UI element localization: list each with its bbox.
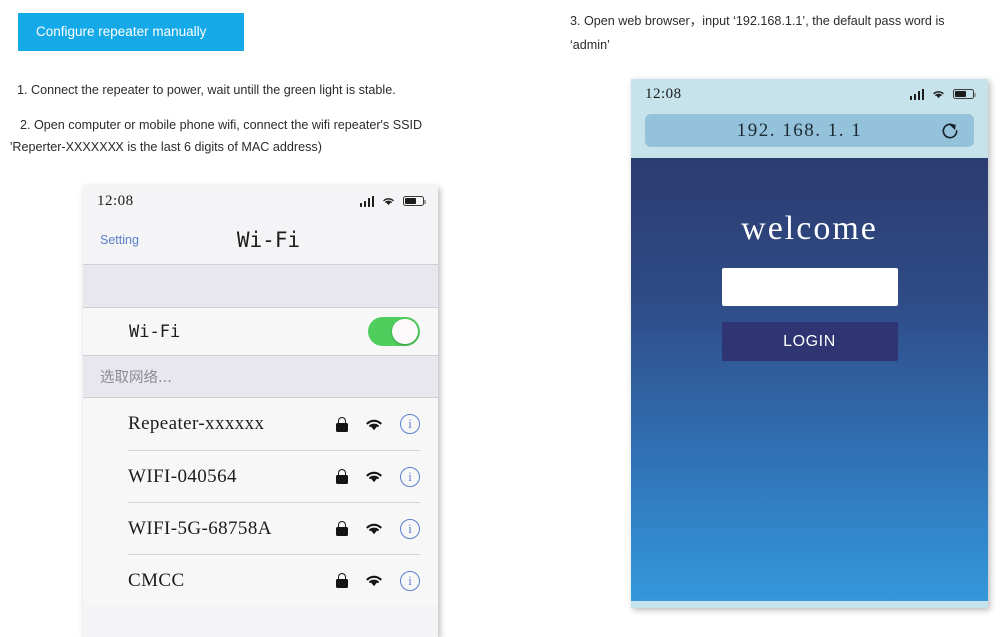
status-bar: 12:08 [83, 186, 438, 216]
info-icon[interactable]: i [400, 414, 420, 434]
network-ssid: Repeater-xxxxxx [128, 413, 265, 434]
status-bar-icons [909, 88, 977, 100]
wifi-toggle-label: Wi-Fi [129, 321, 181, 342]
instruction-step-1: 1. Connect the repeater to power, wait u… [17, 83, 396, 97]
setting-back-link[interactable]: Setting [100, 233, 139, 247]
wifi-toggle-switch[interactable] [368, 317, 420, 346]
wifi-icon [383, 198, 394, 206]
wifi-toggle-row[interactable]: Wi-Fi [83, 308, 438, 356]
password-field[interactable] [721, 268, 898, 306]
router-login-page: welcome LOGIN [631, 158, 988, 601]
list-item[interactable]: CMCC i [83, 553, 438, 606]
network-row-icons: i [336, 414, 420, 434]
configure-repeater-manually-button[interactable]: Configure repeater manually [18, 13, 244, 51]
list-item[interactable]: WIFI-5G-68758A i [83, 501, 438, 554]
lock-icon [336, 469, 348, 484]
signal-bars-icon [909, 88, 924, 100]
lock-icon [336, 573, 348, 588]
wifi-icon [933, 91, 944, 99]
wifi-icon [366, 419, 382, 430]
status-bar-icons [359, 195, 427, 207]
instruction-step-2-line2-a: 'Reperter-XXXXX [10, 140, 108, 154]
choose-network-section-header: 选取网络... [83, 356, 438, 398]
address-bar-url: 192. 168. 1. 1 [736, 119, 863, 141]
instruction-step-2-line2: 'Reperter-XXXXXXX is the last 6 digits o… [10, 137, 322, 157]
info-icon[interactable]: i [400, 518, 420, 539]
signal-bars-icon [359, 195, 374, 207]
network-row-icons: i [336, 570, 420, 591]
info-icon[interactable]: i [400, 466, 420, 487]
welcome-heading: welcome [741, 210, 878, 247]
info-icon[interactable]: i [400, 570, 420, 591]
list-item[interactable]: Repeater-xxxxxx i [83, 398, 438, 450]
instruction-step-2-line2-c: X is the last 6 digits of MAC address) [115, 140, 322, 154]
lock-icon [336, 521, 348, 536]
network-list: Repeater-xxxxxx i WIFI-040564 i WIFI-5G-… [83, 398, 438, 606]
list-item[interactable]: WIFI-040564 i [83, 449, 438, 502]
lock-icon [336, 416, 348, 432]
instruction-step-3: 3. Open web browser，input ‘192.168.1.1’,… [570, 14, 945, 28]
network-ssid: WIFI-040564 [128, 465, 237, 487]
choose-network-label: 选取网络... [100, 370, 172, 386]
status-bar: 12:08 [631, 79, 988, 109]
settings-spacer-band [83, 265, 438, 308]
nav-header: Setting Wi-Fi [83, 216, 438, 265]
address-bar[interactable]: 192. 168. 1. 1 [645, 114, 974, 147]
refresh-icon[interactable] [940, 121, 960, 141]
network-row-icons: i [336, 466, 420, 487]
battery-icon [953, 88, 977, 100]
wifi-icon [366, 523, 382, 535]
address-bar-container: 192. 168. 1. 1 [631, 109, 988, 158]
network-ssid: WIFI-5G-68758A [128, 517, 272, 539]
wifi-icon [366, 471, 382, 483]
status-bar-time: 12:08 [645, 85, 682, 102]
instruction-step-3-line2: ‘admin’ [570, 38, 610, 52]
wifi-settings-phone-mockup: 12:08 Setting Wi-Fi Wi-Fi 选取网络... Repeat… [83, 186, 438, 637]
status-bar-time: 12:08 [97, 192, 134, 209]
router-login-phone-mockup: 12:08 192. 168. 1. 1 welcome LOGIN [631, 79, 988, 608]
login-button[interactable]: LOGIN [721, 322, 898, 361]
network-row-icons: i [336, 518, 420, 539]
battery-icon [403, 195, 427, 207]
network-ssid: CMCC [128, 569, 185, 591]
instruction-step-2: 2. Open computer or mobile phone wifi, c… [20, 118, 423, 132]
toggle-knob [392, 318, 418, 345]
wifi-icon [366, 575, 382, 587]
